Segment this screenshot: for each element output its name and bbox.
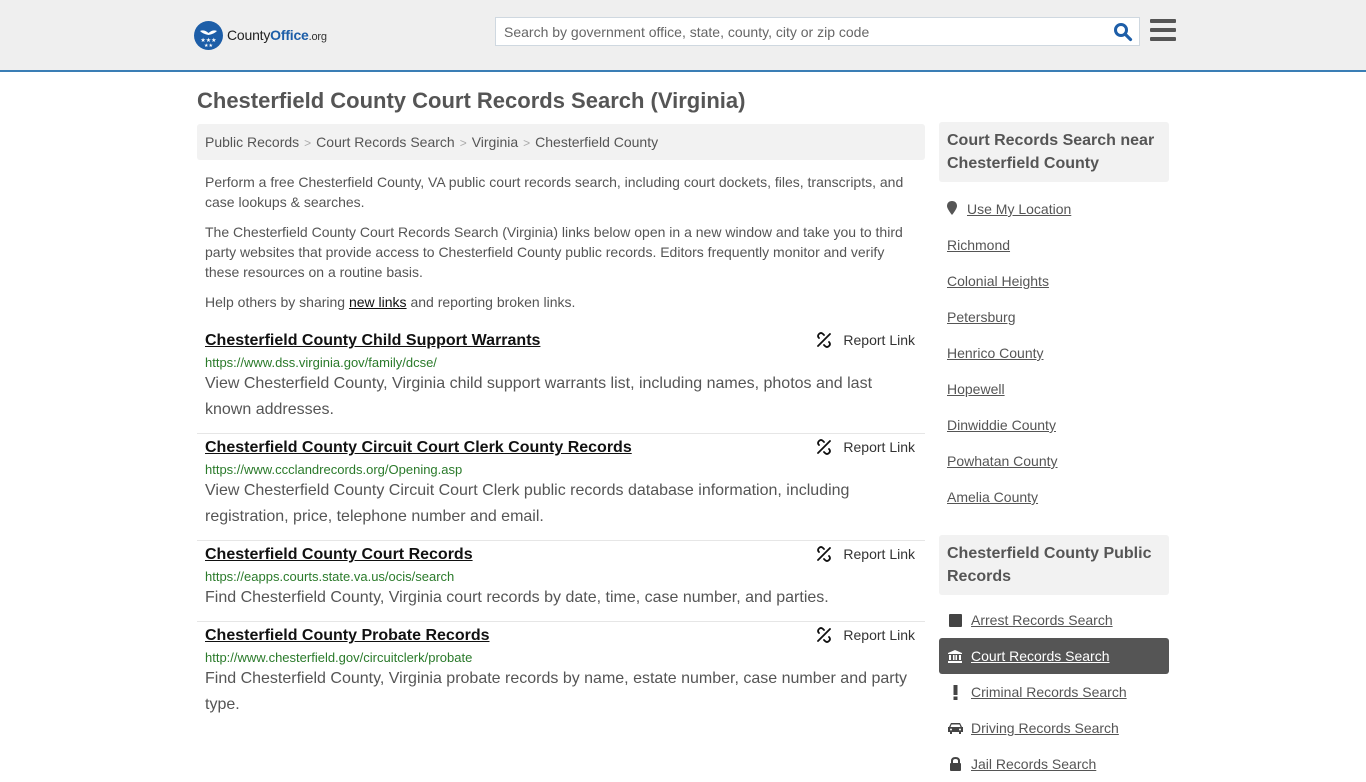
nearby-item: Hopewell — [947, 371, 1161, 407]
report-link-button[interactable]: Report Link — [816, 627, 915, 643]
search-box — [495, 17, 1140, 46]
page-title: Chesterfield County Court Records Search… — [197, 88, 746, 113]
broken-link-icon — [817, 546, 832, 562]
result-title-link[interactable]: Chesterfield County Court Records — [205, 546, 473, 564]
result-description: View Chesterfield County, Virginia child… — [205, 375, 873, 418]
nearby-item: Henrico County — [947, 335, 1161, 371]
nav-link-criminal-records[interactable]: Criminal Records Search — [971, 674, 1127, 710]
nearby-link-henrico-county[interactable]: Henrico County — [947, 345, 1044, 361]
report-link-label: Report Link — [843, 627, 915, 643]
result-item: Chesterfield County Probate Records Repo… — [197, 622, 925, 728]
nearby-link-amelia-county[interactable]: Amelia County — [947, 489, 1038, 505]
intro-text: Perform a free Chesterfield County, VA p… — [205, 172, 917, 322]
use-my-location-link[interactable]: Use My Location — [967, 201, 1071, 217]
nav-link-court-records[interactable]: Court Records Search — [971, 638, 1110, 674]
nav-item-driving-records[interactable]: Driving Records Search — [939, 710, 1169, 746]
result-url: https://www.ccclandrecords.org/Opening.a… — [205, 462, 463, 477]
intro-text-fragment: Help others by sharing — [205, 294, 349, 310]
map-pin-icon — [947, 192, 957, 228]
intro-paragraph-1: Perform a free Chesterfield County, VA p… — [205, 174, 904, 210]
square-icon — [947, 613, 963, 627]
logo-wordmark: CountyOffice.org — [227, 27, 327, 43]
report-link-label: Report Link — [843, 439, 915, 455]
nearby-item: Amelia County — [947, 479, 1161, 515]
intro-paragraph-3: Help others by sharing new links and rep… — [205, 292, 917, 312]
nearby-item: Petersburg — [947, 299, 1161, 335]
report-link-button[interactable]: Report Link — [816, 332, 915, 348]
result-title-link[interactable]: Chesterfield County Child Support Warran… — [205, 332, 540, 350]
logo-text-org: .org — [308, 31, 327, 43]
new-links-link[interactable]: new links — [349, 294, 407, 310]
lock-icon — [947, 757, 963, 771]
sidebar: Court Records Search near Chesterfield C… — [939, 122, 1169, 782]
result-title-link[interactable]: Chesterfield County Circuit Court Clerk … — [205, 439, 632, 457]
nav-item-jail-records[interactable]: Jail Records Search — [939, 746, 1169, 782]
hamburger-menu-icon[interactable] — [1150, 19, 1176, 42]
broken-link-icon — [817, 439, 832, 455]
intro-text-fragment: and reporting broken links. — [406, 294, 576, 310]
report-link-label: Report Link — [843, 546, 915, 562]
nearby-link-dinwiddie-county[interactable]: Dinwiddie County — [947, 417, 1056, 433]
search-input[interactable] — [496, 18, 1096, 45]
report-link-button[interactable]: Report Link — [816, 439, 915, 455]
result-item: Chesterfield County Court Records Report… — [197, 541, 925, 622]
results-list: Chesterfield County Child Support Warran… — [197, 327, 925, 728]
breadcrumb-separator: > — [459, 136, 467, 150]
use-my-location-item: Use My Location — [947, 191, 1161, 227]
nearby-link-colonial-heights[interactable]: Colonial Heights — [947, 273, 1049, 289]
nearby-heading: Court Records Search near Chesterfield C… — [939, 122, 1169, 182]
nearby-link-hopewell[interactable]: Hopewell — [947, 381, 1005, 397]
breadcrumb-public-records[interactable]: Public Records — [205, 134, 299, 150]
result-url: http://www.chesterfield.gov/circuitclerk… — [205, 650, 473, 665]
public-records-section: Chesterfield County Public Records Arres… — [939, 535, 1169, 782]
intro-paragraph-2: The Chesterfield County Court Records Se… — [205, 224, 903, 280]
report-link-button[interactable]: Report Link — [816, 546, 915, 562]
nearby-item: Powhatan County — [947, 443, 1161, 479]
nav-link-arrest-records[interactable]: Arrest Records Search — [971, 602, 1113, 638]
result-item: Chesterfield County Child Support Warran… — [197, 327, 925, 434]
report-link-label: Report Link — [843, 332, 915, 348]
nearby-item: Richmond — [947, 227, 1161, 263]
nav-link-jail-records[interactable]: Jail Records Search — [971, 746, 1096, 782]
nearby-item: Colonial Heights — [947, 263, 1161, 299]
result-item: Chesterfield County Circuit Court Clerk … — [197, 434, 925, 541]
breadcrumb-current: Chesterfield County — [535, 134, 659, 150]
nearby-list: Use My Location Richmond Colonial Height… — [939, 182, 1169, 515]
result-url: https://eapps.courts.state.va.us/ocis/se… — [205, 569, 455, 584]
broken-link-icon — [817, 332, 832, 348]
result-url: https://www.dss.virginia.gov/family/dcse… — [205, 355, 437, 370]
breadcrumb-court-records-search[interactable]: Court Records Search — [316, 134, 455, 150]
nearby-item: Dinwiddie County — [947, 407, 1161, 443]
logo-text-office: Office — [270, 27, 309, 43]
svg-text:★★: ★★ — [204, 43, 213, 49]
result-description: Find Chesterfield County, Virginia proba… — [205, 670, 908, 713]
site-header: ★★★ ★★ CountyOffice.org — [0, 0, 1366, 72]
public-records-heading: Chesterfield County Public Records — [939, 535, 1169, 595]
search-icon[interactable] — [1113, 22, 1133, 42]
nav-link-driving-records[interactable]: Driving Records Search — [971, 710, 1119, 746]
logo-text-county: County — [227, 27, 271, 43]
nav-item-arrest-records[interactable]: Arrest Records Search — [939, 602, 1169, 638]
courthouse-icon — [947, 649, 963, 663]
broken-link-icon — [817, 627, 832, 643]
result-description: View Chesterfield County Circuit Court C… — [205, 482, 850, 525]
exclamation-icon — [947, 684, 963, 700]
public-records-list: Arrest Records Search Court Records Sear… — [939, 595, 1169, 782]
result-description: Find Chesterfield County, Virginia court… — [205, 589, 829, 606]
car-icon — [947, 722, 963, 734]
breadcrumb-separator: > — [523, 136, 531, 150]
breadcrumb: Public Records > Court Records Search > Virg… — [197, 124, 925, 160]
eagle-stars-badge-icon: ★★★ ★★ — [194, 20, 223, 50]
nearby-link-richmond[interactable]: Richmond — [947, 237, 1010, 253]
nearby-link-petersburg[interactable]: Petersburg — [947, 309, 1015, 325]
site-logo[interactable]: ★★★ ★★ CountyOffice.org — [194, 20, 327, 50]
nearby-section: Court Records Search near Chesterfield C… — [939, 122, 1169, 515]
breadcrumb-virginia[interactable]: Virginia — [472, 134, 518, 150]
result-title-link[interactable]: Chesterfield County Probate Records — [205, 627, 490, 645]
nav-item-court-records[interactable]: Court Records Search — [939, 638, 1169, 674]
nav-item-criminal-records[interactable]: Criminal Records Search — [939, 674, 1169, 710]
nearby-link-powhatan-county[interactable]: Powhatan County — [947, 453, 1058, 469]
breadcrumb-separator: > — [304, 136, 312, 150]
